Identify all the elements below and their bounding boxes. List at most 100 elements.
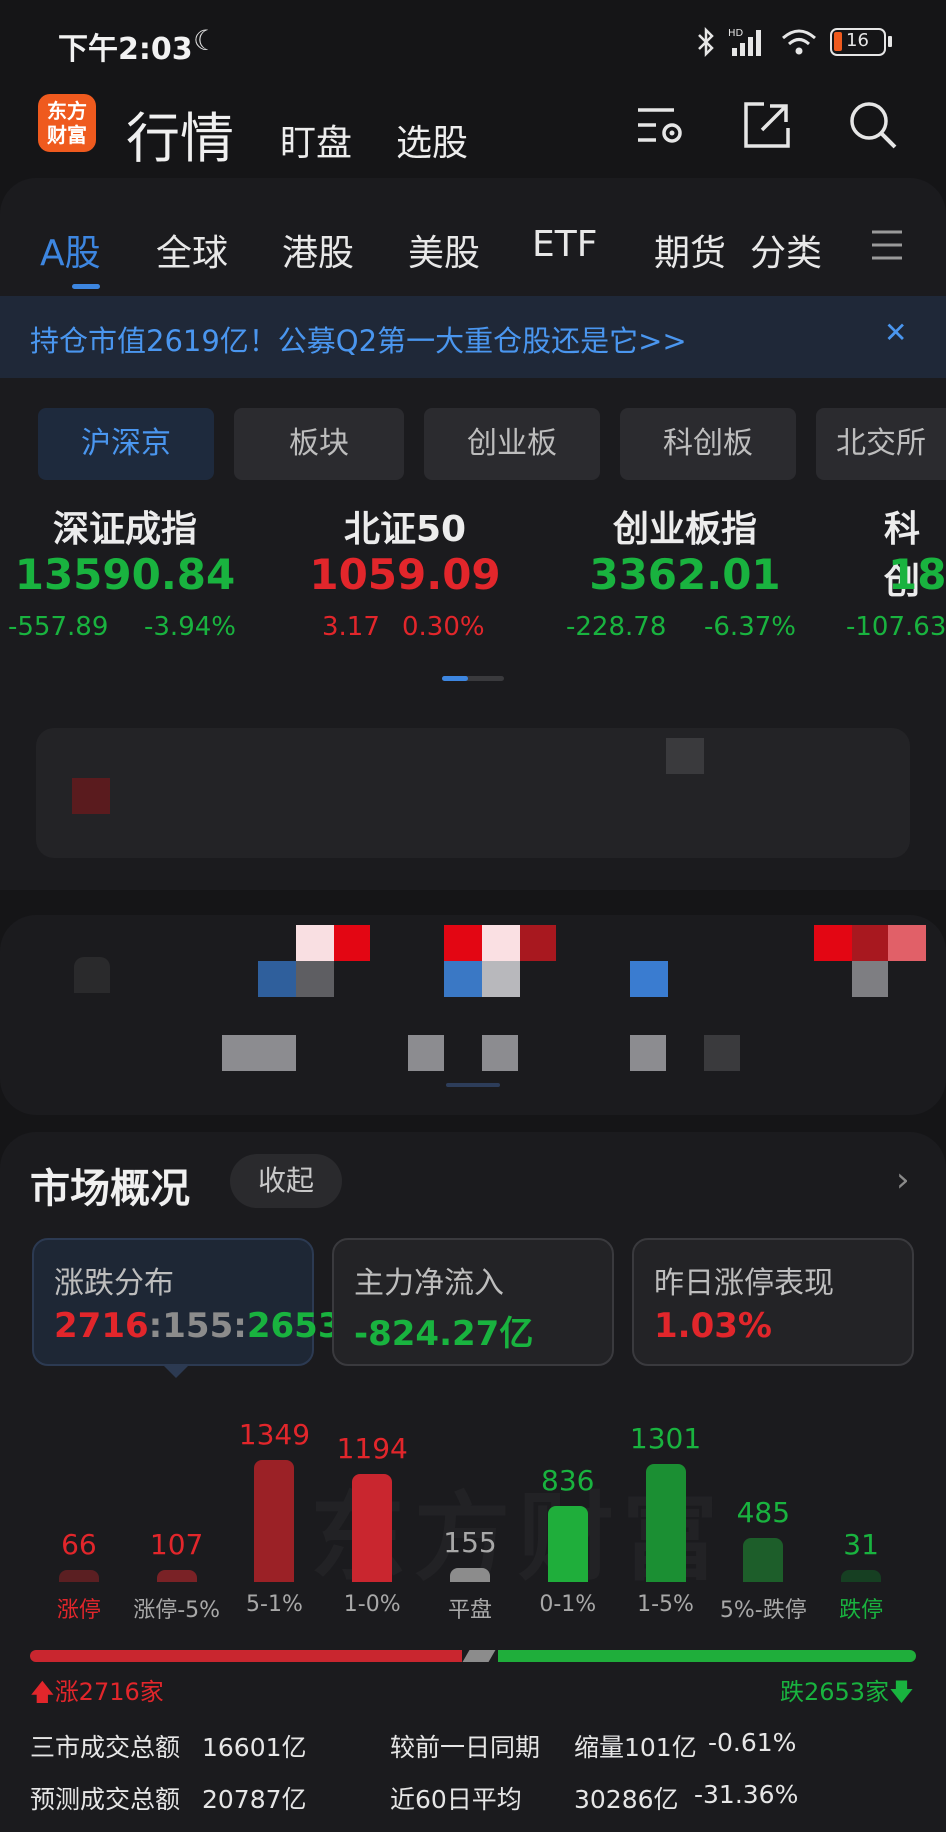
index-value: 188 bbox=[888, 550, 946, 599]
tab-etf[interactable]: ETF bbox=[532, 224, 597, 265]
limit-up-performance-value: 1.03% bbox=[654, 1306, 772, 1346]
tab-watch[interactable]: 盯盘 bbox=[280, 114, 352, 166]
pixel-block bbox=[704, 1035, 740, 1071]
pixel-block bbox=[74, 957, 110, 993]
card-pointer bbox=[162, 1364, 190, 1378]
tab-a-shares[interactable]: A股 bbox=[40, 224, 101, 276]
index-change: 3.17 bbox=[322, 612, 380, 642]
index-value: 3362.01 bbox=[589, 550, 781, 599]
net-inflow-value: -824.27亿 bbox=[354, 1314, 534, 1354]
chart-bar bbox=[547, 1506, 588, 1582]
chart-bar bbox=[841, 1570, 882, 1582]
chip-star[interactable]: 科创板 bbox=[620, 408, 796, 480]
stat-total-turnover-value: 16601亿 bbox=[202, 1733, 307, 1762]
close-icon[interactable]: ✕ bbox=[884, 316, 907, 349]
pixel-block bbox=[444, 961, 482, 997]
settings-list-icon[interactable] bbox=[634, 98, 688, 152]
chart-bar bbox=[156, 1570, 197, 1582]
stat-60day-value: 30286亿 bbox=[574, 1785, 679, 1814]
chart-bar bbox=[254, 1460, 295, 1582]
index-name: 深证成指 bbox=[52, 509, 197, 550]
collapse-button[interactable]: 收起 bbox=[230, 1154, 342, 1208]
moon-icon: ☾ bbox=[193, 24, 219, 57]
logo-line-2: 财富 bbox=[47, 123, 87, 147]
index-name: 北证50 bbox=[343, 509, 467, 550]
stat-compare-value: 缩量101亿 bbox=[574, 1733, 697, 1762]
index-value: 1059.09 bbox=[309, 550, 501, 599]
pixel-block bbox=[630, 1035, 666, 1071]
search-icon[interactable] bbox=[846, 98, 900, 152]
tab-category[interactable]: 分类 bbox=[750, 224, 822, 276]
index-pct: -3.94% bbox=[144, 612, 236, 642]
pixel-block bbox=[258, 961, 296, 997]
pixel-block bbox=[334, 925, 370, 961]
chart-value-label: 66 bbox=[61, 1528, 97, 1561]
stat-60day-label: 近60日平均 bbox=[390, 1785, 522, 1814]
page-title: 行情 bbox=[126, 107, 234, 170]
bluetooth-icon bbox=[698, 26, 714, 58]
chevron-right-icon[interactable]: › bbox=[896, 1160, 910, 1200]
up-arrow-icon: 🡅 bbox=[30, 1678, 55, 1706]
card-main-net-inflow[interactable]: 主力净流入 -824.27亿 bbox=[332, 1238, 614, 1366]
tab-global[interactable]: 全球 bbox=[156, 224, 228, 276]
share-icon[interactable] bbox=[740, 98, 794, 152]
pixel-block bbox=[814, 925, 852, 961]
advance-ratio-bar bbox=[30, 1650, 462, 1662]
chip-chinext[interactable]: 创业板 bbox=[424, 408, 600, 480]
stat-total-turnover-label: 三市成交总额 bbox=[30, 1733, 181, 1762]
chip-shsz[interactable]: 沪深京 bbox=[38, 408, 214, 480]
down-arrow-icon: 🡇 bbox=[889, 1678, 914, 1706]
chart-category-label: 平盘 bbox=[447, 1598, 492, 1623]
chart-category-label: 跌停 bbox=[839, 1598, 884, 1623]
card-label: 主力净流入 bbox=[354, 1266, 504, 1301]
card-advance-decline[interactable]: 涨跌分布 2716:155:2653 bbox=[32, 1238, 341, 1366]
app-logo: 东方 财富 bbox=[38, 94, 96, 152]
svg-text:HD: HD bbox=[728, 28, 744, 39]
chip-bse[interactable]: 北交所 bbox=[816, 408, 946, 480]
stat-forecast-turnover-label: 预测成交总额 bbox=[30, 1785, 181, 1814]
pixel-block bbox=[888, 925, 926, 961]
chart-category-label: 1-5% bbox=[637, 1592, 694, 1617]
stat-compare-pct: -0.61% bbox=[708, 1728, 797, 1757]
stat-forecast-turnover-value: 20787亿 bbox=[202, 1785, 307, 1814]
obscured-content-card bbox=[36, 728, 910, 858]
stat-compare-label: 较前一日同期 bbox=[390, 1733, 541, 1762]
chip-sectors[interactable]: 板块 bbox=[234, 408, 404, 480]
wifi-icon bbox=[782, 29, 816, 55]
pixel-block bbox=[296, 961, 334, 997]
tab-hk[interactable]: 港股 bbox=[282, 224, 354, 276]
pixel-block bbox=[408, 1035, 444, 1071]
tab-futures[interactable]: 期货 bbox=[654, 224, 726, 276]
chart-value-label: 31 bbox=[843, 1528, 879, 1561]
chart-value-label: 1194 bbox=[336, 1432, 408, 1466]
decline-ratio-bar bbox=[498, 1650, 916, 1662]
card-limit-up-performance[interactable]: 昨日涨停表现 1.03% bbox=[632, 1238, 914, 1366]
pixel-block bbox=[482, 961, 520, 997]
active-tab-indicator bbox=[72, 284, 100, 289]
pixel-block bbox=[222, 1035, 296, 1071]
chart-category-label: 涨停 bbox=[56, 1598, 101, 1623]
pixel-block bbox=[666, 738, 704, 774]
chart-value-label: 1349 bbox=[238, 1418, 311, 1451]
signal-icon: HD bbox=[728, 28, 761, 56]
index-change: -107.63 bbox=[846, 612, 946, 642]
pixel-block bbox=[852, 925, 888, 961]
banner-text[interactable]: 持仓市值2619亿！公募Q2第一大重仓股还是它>> bbox=[30, 318, 687, 360]
pixel-block bbox=[72, 778, 110, 814]
menu-icon[interactable] bbox=[872, 228, 902, 262]
promo-banner[interactable]: 持仓市值2619亿！公募Q2第一大重仓股还是它>> ✕ bbox=[0, 296, 946, 378]
tab-us[interactable]: 美股 bbox=[408, 224, 480, 276]
logo-line-1: 东方 bbox=[47, 99, 87, 123]
section-title: 市场概况 bbox=[30, 1166, 190, 1212]
chart-category-label: 5-1% bbox=[246, 1592, 303, 1617]
card-label: 涨跌分布 bbox=[54, 1266, 174, 1301]
advance-count-label: 🡅涨2716家 bbox=[30, 1678, 164, 1706]
pixel-block bbox=[852, 961, 888, 997]
chart-category-label: 1-0% bbox=[343, 1592, 401, 1617]
chart-value-label: 485 bbox=[736, 1496, 791, 1530]
pixel-block bbox=[482, 1035, 518, 1071]
chart-category-label: 5%-跌停 bbox=[719, 1598, 807, 1623]
tab-stock-picker[interactable]: 选股 bbox=[396, 114, 468, 166]
index-name: 创业板指 bbox=[612, 509, 757, 550]
pixel-block bbox=[520, 925, 556, 961]
